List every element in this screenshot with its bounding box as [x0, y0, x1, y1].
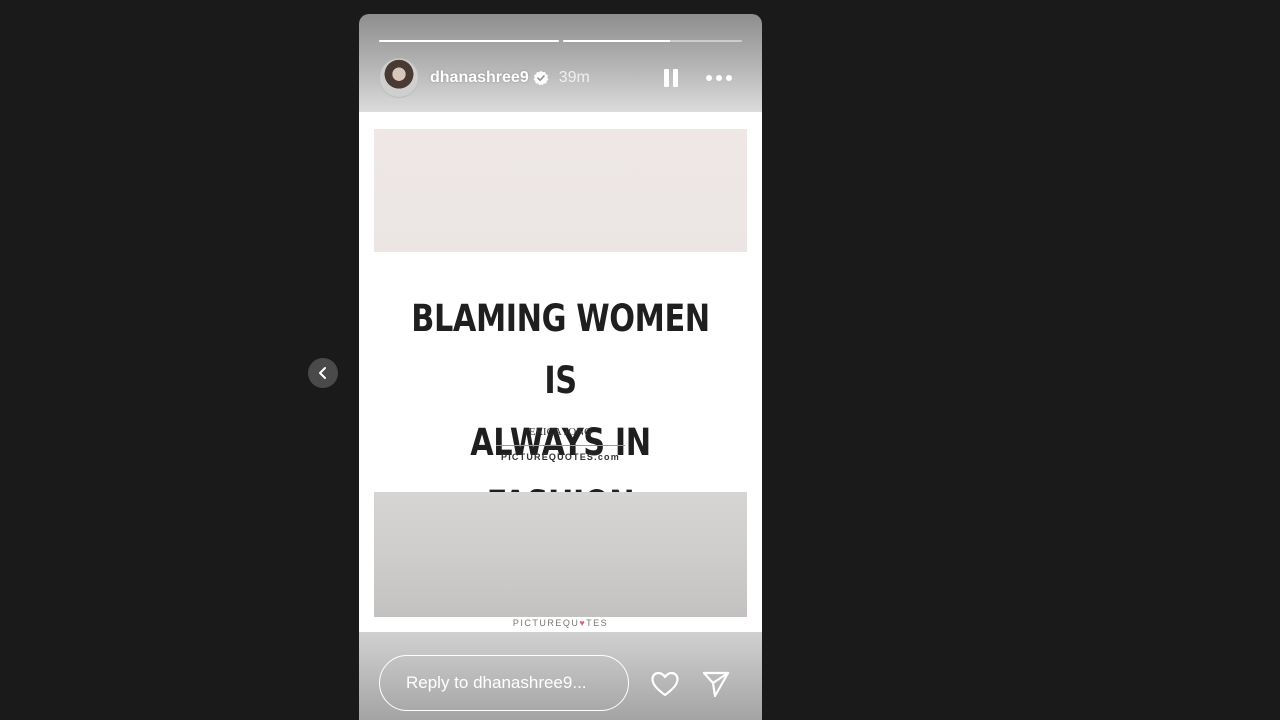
story-header: dhanashree9 39m	[379, 58, 734, 98]
story-progress-bar	[379, 40, 742, 42]
username[interactable]: dhanashree9	[430, 69, 529, 87]
author-divider	[496, 445, 625, 446]
paper-texture-top	[374, 129, 747, 252]
quote-image: BLAMING WOMEN IS ALWAYS IN FASHION ERICA…	[359, 112, 762, 632]
story-timestamp: 39m	[558, 69, 590, 86]
quote-author: ERICA JONG	[528, 426, 593, 438]
progress-segment	[562, 40, 742, 42]
quote-source: PICTUREQUOTES.com	[501, 452, 620, 462]
heart-icon	[651, 671, 679, 697]
quote-line-1: BLAMING WOMEN IS	[411, 297, 710, 402]
more-options-button[interactable]	[704, 67, 734, 89]
previous-story-button[interactable]	[308, 358, 338, 388]
more-horizontal-icon	[706, 75, 732, 81]
story-viewer[interactable]: dhanashree9 39m BLAMING WOMEN IS ALWAYS …	[359, 14, 762, 720]
pause-button[interactable]	[660, 67, 682, 89]
like-button[interactable]	[649, 668, 681, 700]
paper-texture-bottom	[374, 492, 747, 617]
watermark: PICTUREQU♥TES	[512, 618, 609, 628]
reply-input[interactable]: Reply to dhanashree9...	[379, 655, 629, 711]
progress-segment	[379, 40, 559, 42]
pause-icon	[664, 69, 678, 87]
chevron-left-icon	[319, 367, 326, 379]
avatar[interactable]	[379, 58, 419, 98]
send-icon	[702, 671, 730, 698]
share-button[interactable]	[700, 668, 732, 700]
verified-badge-icon	[533, 70, 549, 86]
